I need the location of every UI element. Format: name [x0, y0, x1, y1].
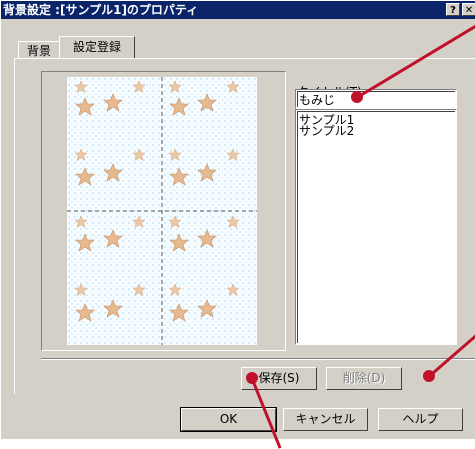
panel-separator	[41, 358, 475, 360]
dialog-window: 背景設定 :[サンプル1]のプロパティ ? ✕ 背景 設定登録 もみじ サンプル…	[0, 0, 475, 439]
close-title-button[interactable]: ✕	[462, 3, 475, 16]
help-title-button[interactable]: ?	[446, 3, 460, 16]
title-input-value: もみじ	[299, 93, 336, 107]
registered-list[interactable]: サンプル1 サンプル2	[295, 109, 457, 345]
help-button[interactable]: ヘルプ	[378, 408, 463, 431]
title-bar[interactable]: 背景設定 :[サンプル1]のプロパティ ? ✕	[1, 1, 475, 19]
delete-button[interactable]: 削除(D)	[326, 367, 402, 390]
tab-settings-register[interactable]: 設定登録	[59, 36, 135, 59]
starfish-pattern-image	[67, 77, 257, 345]
ok-button[interactable]: OK	[180, 407, 277, 432]
title-input[interactable]: もみじ	[295, 89, 457, 109]
tab-background[interactable]: 背景	[18, 41, 60, 59]
cancel-button[interactable]: キャンセル	[283, 408, 368, 431]
wallpaper-preview	[67, 77, 257, 345]
window-title: 背景設定 :[サンプル1]のプロパティ	[3, 3, 199, 17]
list-item[interactable]: サンプル2	[299, 125, 354, 137]
